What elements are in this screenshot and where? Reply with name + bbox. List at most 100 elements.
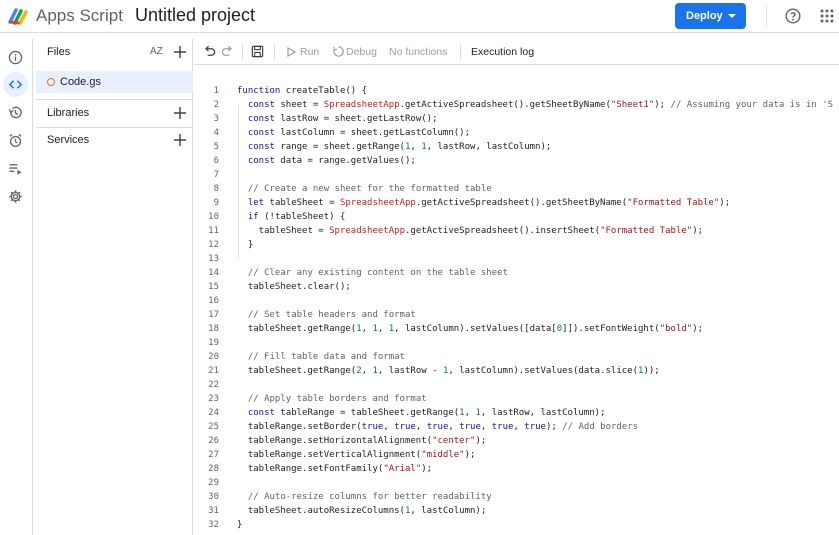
- apps-script-logo-icon[interactable]: [8, 6, 30, 26]
- code-line[interactable]: 1 function createTable() {: [194, 84, 839, 98]
- code-line[interactable]: 11 tableSheet = SpreadsheetApp.getActive…: [194, 224, 839, 238]
- code-line[interactable]: 22: [194, 378, 839, 392]
- line-number: 3: [213, 114, 219, 124]
- code-line[interactable]: 14 // Clear any existing content on the …: [194, 266, 839, 280]
- left-navigation-rail: [0, 39, 33, 535]
- code-editor[interactable]: 1 function createTable() {2 const sheet =…: [194, 66, 839, 535]
- toolbar-divider: [460, 44, 461, 60]
- files-label: Files: [47, 46, 71, 58]
- code-line[interactable]: 15 tableSheet.clear();: [194, 280, 839, 294]
- info-icon: [8, 50, 23, 65]
- line-number: 15: [208, 282, 219, 292]
- google-apps-grid-icon[interactable]: [820, 9, 834, 23]
- code-line[interactable]: 21 tableSheet.getRange(2, 1, lastRow - 1…: [194, 364, 839, 378]
- code-line[interactable]: 20 // Fill table data and format: [194, 350, 839, 364]
- code-line[interactable]: 27 tableRange.setVerticalAlignment("midd…: [194, 448, 839, 462]
- code-line[interactable]: 17 // Set table headers and format: [194, 308, 839, 322]
- project-settings-button[interactable]: [3, 184, 28, 209]
- sort-az-icon[interactable]: AZ: [150, 46, 164, 58]
- line-number: 20: [208, 352, 219, 362]
- toolbar-divider: [242, 44, 243, 60]
- line-number: 16: [208, 296, 219, 306]
- code-line[interactable]: 12 }: [194, 238, 839, 252]
- execution-log-button[interactable]: Execution log: [471, 46, 534, 58]
- run-play-icon: [287, 47, 296, 57]
- project-history-button[interactable]: [3, 100, 28, 125]
- line-number: 13: [208, 254, 219, 264]
- executions-button[interactable]: [3, 156, 28, 181]
- code-text: // Create a new sheet for the formatted …: [247, 184, 492, 194]
- app-header: Apps Script Untitled project Deploy: [0, 0, 839, 33]
- redo-icon[interactable]: [221, 45, 234, 58]
- help-icon[interactable]: [785, 8, 801, 24]
- code-text: tableSheet.getRange(2, 1, lastRow - 1, l…: [237, 366, 660, 376]
- line-number: 25: [208, 422, 219, 432]
- code-line[interactable]: 8 // Create a new sheet for the formatte…: [194, 182, 839, 196]
- code-line[interactable]: 2 const sheet = SpreadsheetApp.getActive…: [194, 98, 839, 112]
- code-line[interactable]: 13: [194, 252, 839, 266]
- code-line[interactable]: 7: [194, 168, 839, 182]
- run-button[interactable]: Run: [300, 46, 319, 58]
- code-text: }: [237, 240, 254, 250]
- code-text: const sheet = SpreadsheetApp.getActiveSp…: [247, 100, 834, 110]
- line-number: 21: [208, 366, 219, 376]
- save-icon[interactable]: [251, 45, 264, 58]
- deploy-button[interactable]: Deploy: [675, 3, 746, 29]
- code-text: // Apply table borders and format: [247, 394, 427, 404]
- toolbar-divider: [274, 44, 275, 60]
- editor-button[interactable]: [3, 72, 28, 97]
- code-icon: [8, 80, 23, 89]
- editor-scrollbar[interactable]: [831, 66, 839, 535]
- code-line[interactable]: 19: [194, 336, 839, 350]
- code-line[interactable]: 9 let tableSheet = SpreadsheetApp.getAct…: [194, 196, 839, 210]
- code-line[interactable]: 26 tableRange.setHorizontalAlignment("ce…: [194, 434, 839, 448]
- code-line[interactable]: 4 const lastColumn = sheet.getLastColumn…: [194, 126, 839, 140]
- app-name[interactable]: Apps Script: [36, 6, 123, 26]
- line-number: 24: [208, 408, 219, 418]
- code-text: // Auto-resize columns for better readab…: [247, 492, 492, 502]
- overview-button[interactable]: [3, 45, 28, 70]
- code-line[interactable]: 3 const lastRow = sheet.getLastRow();: [194, 112, 839, 126]
- line-number: 8: [213, 184, 219, 194]
- code-line[interactable]: 10 if (!tableSheet) {: [194, 210, 839, 224]
- line-number: 31: [208, 506, 219, 516]
- code-text: tableRange.setFontFamily("Arial");: [237, 464, 433, 474]
- code-line[interactable]: 29: [194, 476, 839, 490]
- code-line[interactable]: 6 const data = range.getValues();: [194, 154, 839, 168]
- code-line[interactable]: 24 const tableRange = tableSheet.getRang…: [194, 406, 839, 420]
- caret-down-icon: [728, 14, 736, 18]
- file-item-code-gs[interactable]: Code.gs: [36, 71, 193, 93]
- code-line[interactable]: 30 // Auto-resize columns for better rea…: [194, 490, 839, 504]
- triggers-button[interactable]: [3, 128, 28, 153]
- code-line[interactable]: 16: [194, 294, 839, 308]
- file-status-dot-icon: [47, 78, 55, 86]
- code-text: tableRange.setVerticalAlignment("middle"…: [237, 450, 476, 460]
- add-service-plus-icon[interactable]: [174, 134, 186, 146]
- line-number: 19: [208, 338, 219, 348]
- deploy-button-label: Deploy: [686, 10, 723, 22]
- line-number: 22: [208, 380, 219, 390]
- code-text: const data = range.getValues();: [247, 156, 416, 166]
- undo-icon[interactable]: [203, 45, 216, 58]
- function-selector[interactable]: No functions: [389, 46, 447, 58]
- project-title[interactable]: Untitled project: [135, 5, 255, 26]
- code-line[interactable]: 28 tableRange.setFontFamily("Arial");: [194, 462, 839, 476]
- debug-button[interactable]: Debug: [346, 46, 377, 58]
- add-library-plus-icon[interactable]: [174, 107, 186, 119]
- line-number: 7: [213, 170, 219, 180]
- line-number: 4: [213, 128, 219, 138]
- line-number: 1: [213, 86, 219, 96]
- line-number: 32: [208, 520, 219, 530]
- services-row[interactable]: Services: [36, 127, 193, 153]
- code-line[interactable]: 25 tableRange.setBorder(true, true, true…: [194, 420, 839, 434]
- alarm-icon: [9, 133, 22, 148]
- code-line[interactable]: 18 tableSheet.getRange(1, 1, 1, lastColu…: [194, 322, 839, 336]
- add-file-plus-icon[interactable]: [174, 46, 186, 58]
- code-line[interactable]: 31 tableSheet.autoResizeColumns(1, lastC…: [194, 504, 839, 518]
- line-number: 5: [213, 142, 219, 152]
- code-line[interactable]: 32}: [194, 518, 839, 532]
- libraries-row[interactable]: Libraries: [36, 100, 193, 126]
- line-number: 2: [213, 100, 219, 110]
- code-line[interactable]: 5 const range = sheet.getRange(1, 1, las…: [194, 140, 839, 154]
- code-line[interactable]: 23 // Apply table borders and format: [194, 392, 839, 406]
